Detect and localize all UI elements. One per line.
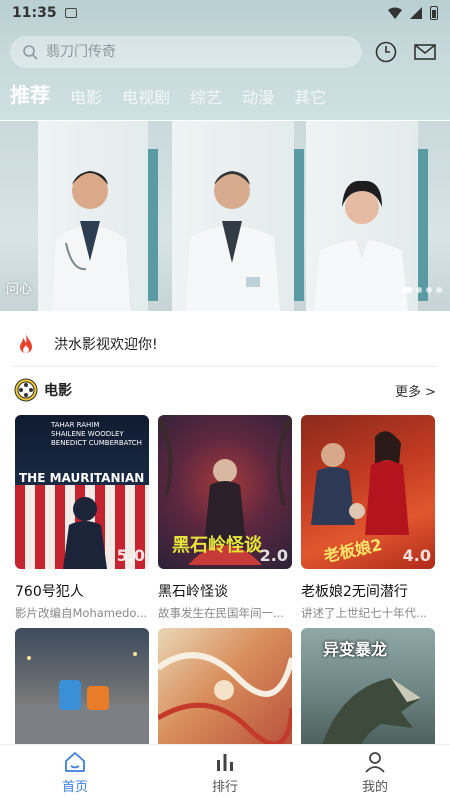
- banner-title: 问心: [6, 282, 33, 297]
- banner-figure: [314, 180, 408, 311]
- category-tabs: 推荐 电影 电视剧 综艺 动漫 其它: [10, 78, 326, 108]
- user-icon: [365, 752, 385, 773]
- poster-credit: BENEDICT CUMBERBATCH: [51, 439, 142, 447]
- nav-home[interactable]: 首页: [0, 745, 150, 800]
- fire-icon: [20, 334, 32, 353]
- banner-figure: [52, 171, 130, 311]
- tab-variety[interactable]: 综艺: [190, 84, 222, 108]
- search-bar[interactable]: [10, 36, 362, 68]
- status-time: 11:35: [12, 5, 57, 21]
- tab-anime[interactable]: 动漫: [242, 84, 274, 108]
- carousel-dot[interactable]: [416, 287, 422, 293]
- movie-poster[interactable]: 异变暴龙: [301, 628, 435, 748]
- carousel-dot[interactable]: [402, 287, 412, 293]
- banner-figure: [186, 171, 280, 311]
- carousel-indicator: [402, 287, 442, 293]
- ranking-icon: [217, 754, 233, 771]
- movie-title: 黑石岭怪谈: [158, 584, 228, 600]
- welcome-notice: 洪水影视欢迎你!: [0, 322, 450, 366]
- signal-icon: [410, 7, 422, 19]
- tab-tv-series[interactable]: 电视剧: [122, 84, 170, 108]
- poster-credits: TAHAR RAHIM SHAILENE WOODLEY BENEDICT CU…: [51, 421, 142, 448]
- poster-title: 异变暴龙: [323, 640, 388, 659]
- search-input[interactable]: [46, 44, 346, 60]
- tab-recommend[interactable]: 推荐: [10, 79, 50, 108]
- divider: [12, 366, 438, 367]
- poster-art: [158, 652, 292, 747]
- poster-figure: [63, 497, 107, 569]
- rating-score: 2.0: [259, 546, 288, 565]
- movie-description: 影片改编自Mohamedo...: [15, 606, 148, 620]
- nav-label: 我的: [361, 780, 388, 795]
- battery-icon: [430, 6, 438, 20]
- poster-title: THE MAURITANIAN: [19, 471, 145, 485]
- home-icon: [65, 752, 85, 772]
- movie-card[interactable]: TAHAR RAHIM SHAILENE WOODLEY BENEDICT CU…: [15, 415, 149, 621]
- movie-title: 老板娘2无间潜行: [301, 584, 408, 600]
- movie-poster[interactable]: 老板娘2 4.0: [301, 415, 435, 569]
- tab-other[interactable]: 其它: [294, 84, 326, 108]
- rating-score: 5.0: [116, 546, 145, 565]
- movie-poster[interactable]: [15, 628, 149, 748]
- movie-card[interactable]: 老板娘2 4.0 老板娘2无间潜行 讲述了上世纪七十年代...: [301, 415, 435, 621]
- movie-description: 故事发生在民国年间一...: [158, 606, 284, 620]
- banner-frame: [418, 149, 428, 301]
- poster-credit: TAHAR RAHIM: [51, 421, 100, 429]
- rating-score: 4.0: [402, 546, 431, 565]
- movie-title: 760号犯人: [15, 584, 84, 600]
- nav-profile[interactable]: 我的: [300, 745, 450, 800]
- movie-card[interactable]: 黑石岭怪谈 2.0 黑石岭怪谈 故事发生在民国年间一...: [158, 415, 292, 621]
- message-icon[interactable]: [413, 40, 437, 64]
- banner-frame: [294, 149, 304, 301]
- nav-label: 排行: [211, 780, 238, 795]
- poster-art: [15, 652, 149, 748]
- image-notification-icon: [64, 8, 77, 18]
- carousel-dot[interactable]: [436, 287, 442, 293]
- movie-poster[interactable]: TAHAR RAHIM SHAILENE WOODLEY BENEDICT CU…: [15, 415, 149, 569]
- film-reel-icon: [14, 378, 38, 402]
- banner-carousel[interactable]: 问心: [0, 121, 450, 311]
- poster-title: 黑石岭怪谈: [172, 535, 262, 556]
- movie-poster[interactable]: [158, 628, 292, 748]
- history-icon[interactable]: [374, 40, 398, 64]
- section-title: 电影: [44, 383, 72, 399]
- welcome-text: 洪水影视欢迎你!: [54, 337, 158, 353]
- nav-label: 首页: [61, 780, 88, 795]
- status-bar: 11:35: [0, 0, 450, 26]
- section-header-movie: 电影 更多 >: [14, 376, 436, 404]
- more-link[interactable]: 更多 >: [395, 381, 436, 400]
- wifi-icon: [388, 7, 402, 19]
- bottom-navigation: 首页 排行 我的: [0, 744, 450, 800]
- movie-poster[interactable]: 黑石岭怪谈 2.0: [158, 415, 292, 569]
- carousel-dot[interactable]: [426, 287, 432, 293]
- poster-credit: SHAILENE WOODLEY: [51, 430, 124, 438]
- tab-movie[interactable]: 电影: [70, 84, 102, 108]
- movie-description: 讲述了上世纪七十年代...: [301, 606, 427, 620]
- nav-ranking[interactable]: 排行: [150, 745, 300, 800]
- search-icon: [23, 45, 38, 60]
